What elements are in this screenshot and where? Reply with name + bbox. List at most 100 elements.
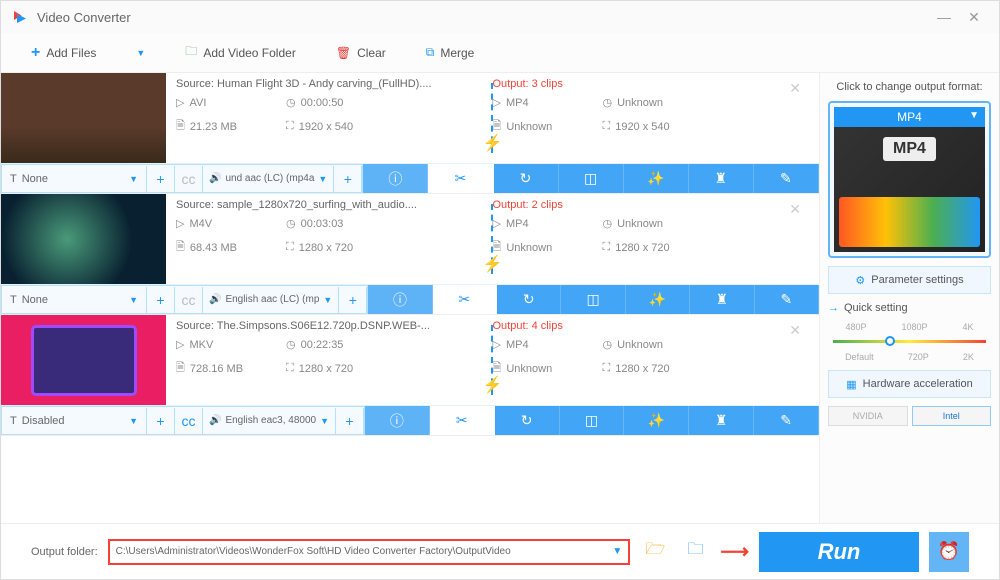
rotate-icon: ↻: [523, 291, 535, 308]
plus-icon: +: [345, 413, 353, 429]
cut-button[interactable]: ✂: [428, 164, 493, 193]
edit-button[interactable]: ✎: [754, 164, 819, 193]
source-filename: Source: Human Flight 3D - Andy carving_(…: [176, 78, 493, 90]
remove-item-button[interactable]: ✕: [789, 322, 801, 339]
video-icon: ▷: [176, 96, 184, 109]
file-icon: 🗎: [176, 117, 185, 136]
effects-button[interactable]: ✨: [626, 285, 690, 314]
plus-icon: +: [349, 292, 357, 308]
pencil-icon: ✎: [780, 412, 792, 429]
output-folder-path[interactable]: C:\Users\Administrator\Videos\WonderFox …: [108, 539, 631, 565]
output-format: ▷MP4: [493, 338, 603, 351]
nvidia-chip[interactable]: NVIDIA: [828, 406, 908, 426]
text-icon: T: [10, 415, 17, 427]
titlebar: Video Converter — ✕: [1, 1, 999, 33]
info-icon: ⓘ: [388, 169, 402, 189]
output-duration: ◷Unknown: [603, 217, 713, 230]
output-format-selector[interactable]: MP4▼ MP4: [828, 101, 991, 258]
slider-handle[interactable]: [885, 336, 895, 346]
video-icon: ▷: [493, 96, 501, 109]
clear-button[interactable]: 🗑Clear: [336, 46, 386, 60]
dimensions-icon: ⛶: [603, 241, 611, 254]
folder-icon: 🗀: [687, 538, 703, 565]
cut-button[interactable]: ✂: [430, 406, 495, 435]
cc-button[interactable]: cc: [175, 287, 203, 313]
slider-track: [833, 340, 986, 343]
rotate-button[interactable]: ↻: [494, 164, 559, 193]
audio-track-select[interactable]: 🔊und aac (LC) (mp4a▼: [203, 166, 334, 192]
film-strip-graphic: [839, 197, 980, 247]
watermark-button[interactable]: ♜: [689, 164, 754, 193]
cc-button[interactable]: cc: [175, 408, 203, 434]
video-thumbnail[interactable]: [1, 194, 166, 284]
remove-item-button[interactable]: ✕: [789, 201, 801, 218]
crop-icon: ◫: [587, 291, 600, 308]
crop-button[interactable]: ◫: [561, 285, 625, 314]
subtitle-select[interactable]: TNone▼: [2, 166, 147, 192]
video-thumbnail[interactable]: [1, 315, 166, 405]
add-audio-button[interactable]: +: [339, 287, 367, 313]
cc-button[interactable]: cc: [175, 166, 203, 192]
parameter-settings-button[interactable]: ⚙Parameter settings: [828, 266, 991, 294]
scissors-icon: ✂: [456, 412, 468, 429]
add-files-dropdown-icon[interactable]: ▼: [136, 48, 145, 58]
hardware-accel-button[interactable]: ▦Hardware acceleration: [828, 370, 991, 398]
source-size: 🗎728.16 MB: [176, 359, 286, 378]
rotate-button[interactable]: ↻: [495, 406, 560, 435]
source-filename: Source: The.Simpsons.S06E12.720p.DSNP.WE…: [176, 320, 493, 332]
plus-icon: +: [156, 171, 164, 187]
source-duration: ◷00:03:03: [286, 217, 396, 230]
edit-button[interactable]: ✎: [755, 285, 819, 314]
subtitle-select[interactable]: TNone▼: [2, 287, 147, 313]
speaker-icon: 🔊: [209, 415, 221, 426]
add-subtitle-button[interactable]: +: [147, 408, 175, 434]
format-header: MP4▼: [834, 107, 985, 127]
effects-button[interactable]: ✨: [624, 164, 689, 193]
quality-slider[interactable]: 480P1080P4K Default720P2K: [828, 322, 991, 362]
close-button[interactable]: ✕: [959, 7, 989, 27]
crop-button[interactable]: ◫: [559, 164, 624, 193]
merge-button[interactable]: ⧉Merge: [426, 45, 475, 60]
content-area: Source: Human Flight 3D - Andy carving_(…: [1, 73, 999, 523]
subtitle-select[interactable]: TDisabled▼: [2, 408, 147, 434]
source-format: ▷M4V: [176, 217, 286, 230]
watermark-button[interactable]: ♜: [690, 285, 754, 314]
intel-chip[interactable]: Intel: [912, 406, 992, 426]
open-folder-button[interactable]: 🗀: [680, 539, 710, 565]
stamp-icon: ♜: [715, 412, 728, 429]
info-button[interactable]: ⓘ: [368, 285, 432, 314]
output-clips-label: Output: 3 clips: [493, 78, 810, 90]
edit-button[interactable]: ✎: [754, 406, 819, 435]
minimize-button[interactable]: —: [929, 7, 959, 27]
watermark-button[interactable]: ♜: [689, 406, 754, 435]
add-audio-button[interactable]: +: [336, 408, 364, 434]
remove-item-button[interactable]: ✕: [789, 80, 801, 97]
trash-icon: 🗑: [336, 46, 351, 60]
wand-icon: ✨: [648, 412, 665, 429]
add-folder-button[interactable]: 🗀Add Video Folder: [185, 42, 296, 63]
add-subtitle-button[interactable]: +: [147, 166, 175, 192]
chevron-down-icon: ▼: [612, 546, 622, 557]
audio-track-select[interactable]: 🔊English eac3, 48000▼: [203, 408, 336, 434]
cut-button[interactable]: ✂: [433, 285, 497, 314]
source-size: 🗎21.23 MB: [176, 117, 286, 136]
app-window: Video Converter — ✕ +Add Files ▼ 🗀Add Vi…: [0, 0, 1000, 580]
add-subtitle-button[interactable]: +: [147, 287, 175, 313]
dimensions-icon: ⛶: [603, 120, 611, 133]
info-button[interactable]: ⓘ: [365, 406, 430, 435]
item-toolbar: TNone▼ + cc 🔊und aac (LC) (mp4a▼ + ⓘ ✂ ↻…: [1, 163, 819, 193]
effects-button[interactable]: ✨: [624, 406, 689, 435]
run-button[interactable]: Run: [759, 532, 919, 572]
plus-icon: +: [31, 44, 40, 62]
schedule-button[interactable]: ⏰: [929, 532, 969, 572]
add-audio-button[interactable]: +: [334, 166, 362, 192]
clock-icon: ◷: [286, 217, 296, 230]
info-button[interactable]: ⓘ: [363, 164, 428, 193]
crop-button[interactable]: ◫: [560, 406, 625, 435]
audio-track-select[interactable]: 🔊English aac (LC) (mp▼: [203, 287, 339, 313]
add-files-button[interactable]: +Add Files: [31, 44, 96, 62]
browse-folder-button[interactable]: 🗁: [640, 539, 670, 565]
file-list: Source: Human Flight 3D - Andy carving_(…: [1, 73, 819, 523]
video-thumbnail[interactable]: [1, 73, 166, 163]
rotate-button[interactable]: ↻: [497, 285, 561, 314]
